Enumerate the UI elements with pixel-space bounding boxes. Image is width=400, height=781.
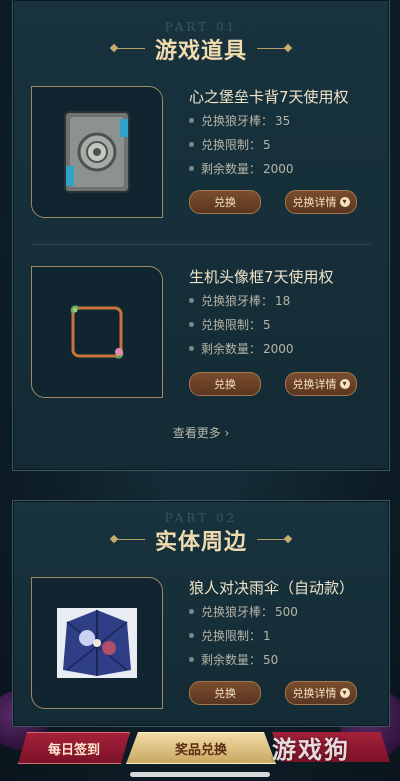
section-title: 实体周边 — [13, 525, 389, 555]
redeem-button[interactable]: 兑换 — [189, 190, 261, 214]
title-ornament-icon — [110, 534, 145, 546]
item-thumbnail[interactable] — [31, 577, 163, 709]
attr-price: 兑换狼牙棒： 35 — [189, 112, 290, 129]
section-title: 游戏道具 — [13, 34, 389, 64]
view-more-link[interactable]: 查看更多 › — [13, 424, 389, 441]
item-thumbnail[interactable] — [31, 266, 163, 398]
card-back-icon — [64, 111, 130, 193]
details-button[interactable]: 兑换详情 ▾ — [285, 372, 357, 396]
game-items-panel: PART 01 游戏道具 心之堡垒卡背7天使用权 兑换狼牙棒： 35 兑换限制：… — [12, 0, 390, 471]
home-indicator — [130, 772, 270, 777]
bullet-icon — [189, 166, 194, 171]
tab-daily-checkin[interactable]: 每日签到 — [18, 732, 130, 764]
details-button[interactable]: 兑换详情 ▾ — [285, 681, 357, 705]
merchandise-panel: PART 02 实体周边 狼人对决雨伞（自动款） 兑换狼牙棒： 500 兑换限制… — [12, 500, 390, 727]
attr-price: 兑换狼牙棒： 18 — [189, 292, 290, 309]
bullet-icon — [189, 346, 194, 351]
attr-limit: 兑换限制： 1 — [189, 627, 271, 644]
chevron-down-icon: ▾ — [339, 197, 350, 207]
bullet-icon — [189, 118, 194, 123]
title-ornament-icon — [257, 43, 291, 55]
section-title-text: 游戏道具 — [154, 39, 247, 64]
item-title: 狼人对决雨伞（自动款） — [189, 579, 355, 597]
part-label: PART 02 — [164, 511, 238, 525]
avatar-frame-icon — [70, 305, 124, 359]
bullet-icon — [189, 609, 194, 614]
redeem-button[interactable]: 兑换 — [189, 372, 261, 396]
attr-limit: 兑换限制： 5 — [189, 136, 271, 153]
bullet-icon — [189, 322, 194, 327]
item-title: 心之堡垒卡背7天使用权 — [189, 88, 349, 106]
watermark-logo: 游戏狗 — [272, 736, 350, 764]
part-label: PART 01 — [164, 20, 238, 34]
bullet-icon — [189, 657, 194, 662]
attr-remaining: 剩余数量： 2000 — [189, 340, 294, 357]
details-button[interactable]: 兑换详情 ▾ — [285, 190, 357, 214]
attr-remaining: 剩余数量： 50 — [189, 651, 278, 668]
chevron-down-icon: ▾ — [339, 379, 350, 389]
attr-remaining: 剩余数量： 2000 — [189, 160, 294, 177]
bullet-icon — [189, 298, 194, 303]
item-title: 生机头像框7天使用权 — [189, 268, 334, 286]
section-title-text: 实体周边 — [154, 530, 247, 555]
attr-limit: 兑换限制： 5 — [189, 316, 271, 333]
attr-price: 兑换狼牙棒： 500 — [189, 603, 298, 620]
umbrella-image — [57, 608, 137, 678]
redeem-button[interactable]: 兑换 — [189, 681, 261, 705]
title-ornament-icon — [110, 43, 145, 55]
bullet-icon — [189, 633, 194, 638]
chevron-down-icon: ▾ — [339, 688, 350, 698]
title-ornament-icon — [257, 534, 291, 546]
bullet-icon — [189, 142, 194, 147]
item-thumbnail[interactable] — [31, 86, 163, 218]
tab-prize-exchange[interactable]: 奖品兑换 — [126, 732, 276, 764]
divider — [31, 244, 371, 245]
